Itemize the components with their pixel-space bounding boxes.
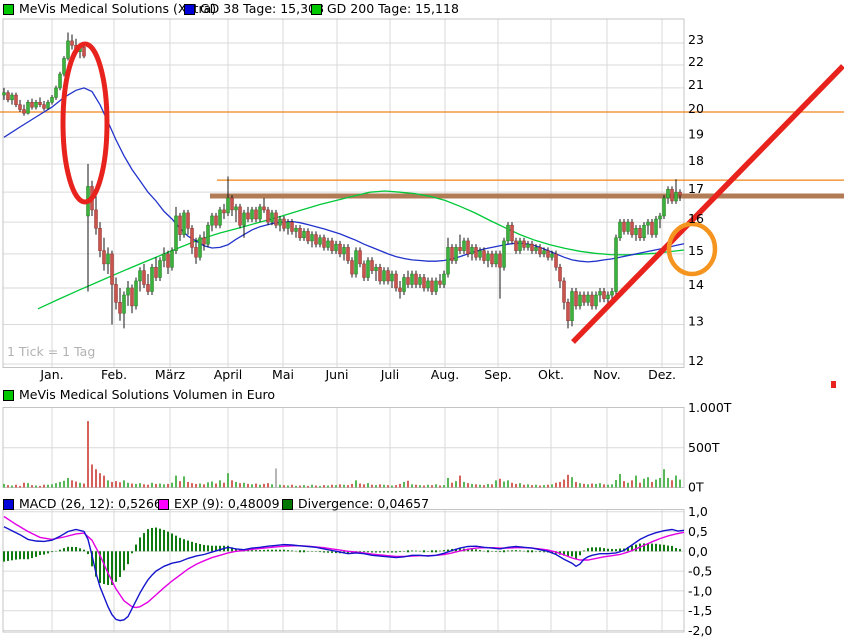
gd200-label: GD 200 Tage: 15,118 xyxy=(327,2,459,16)
svg-text:0T: 0T xyxy=(688,480,704,495)
svg-text:Aug.: Aug. xyxy=(431,367,459,382)
svg-text:1.000T: 1.000T xyxy=(688,400,732,415)
macd-pane-grid xyxy=(3,510,684,633)
svg-text:12: 12 xyxy=(688,353,704,368)
svg-text:-1,5: -1,5 xyxy=(688,603,712,618)
svg-text:-0,5: -0,5 xyxy=(688,564,712,579)
svg-text:14: 14 xyxy=(688,277,704,292)
svg-text:500T: 500T xyxy=(688,440,720,455)
red-corner-mark xyxy=(831,381,836,388)
svg-text:-1,0: -1,0 xyxy=(688,583,712,598)
divergence-legend: Divergence: 0,04657 xyxy=(282,497,429,511)
svg-text:13: 13 xyxy=(688,314,704,329)
divergence-swatch-icon xyxy=(282,499,293,510)
gd200-legend: GD 200 Tage: 15,118 xyxy=(311,2,459,16)
svg-text:17: 17 xyxy=(688,181,704,196)
svg-text:Feb.: Feb. xyxy=(101,367,127,382)
svg-text:Mai: Mai xyxy=(272,367,294,382)
svg-text:Nov.: Nov. xyxy=(593,367,620,382)
volume-title-label: MeVis Medical Solutions Volumen in Euro xyxy=(19,388,275,402)
svg-text:Jan.: Jan. xyxy=(39,367,63,382)
red-trendline-annotation xyxy=(573,66,843,342)
volume-title: MeVis Medical Solutions Volumen in Euro xyxy=(3,388,275,402)
gd38-swatch-icon xyxy=(184,4,195,15)
svg-text:Juni: Juni xyxy=(324,367,348,382)
horizontal-level-lines xyxy=(0,112,844,196)
red-ellipse-annotation xyxy=(63,44,107,202)
svg-text:März: März xyxy=(155,367,186,382)
svg-text:1,0: 1,0 xyxy=(688,504,708,519)
macd-swatch-icon xyxy=(3,499,14,510)
svg-text:19: 19 xyxy=(688,126,704,141)
volume-pane-grid xyxy=(3,408,684,488)
svg-text:0,5: 0,5 xyxy=(688,524,708,539)
svg-text:20: 20 xyxy=(688,101,704,116)
price-axis-labels: 23 22 21 20 19 18 17 16 15 14 13 12 Jan. Feb. März Apri… xyxy=(7,32,704,382)
macd-legend: MACD (26, 12): 0,52666 xyxy=(3,497,170,511)
gd38-label: GD 38 Tage: 15,308 xyxy=(200,2,324,16)
svg-text:15: 15 xyxy=(688,243,704,258)
exp-label: EXP (9): 0,48009 xyxy=(174,497,280,511)
price-pane-grid xyxy=(3,19,684,368)
svg-text:21: 21 xyxy=(688,77,704,92)
divergence-label: Divergence: 0,04657 xyxy=(298,497,429,511)
gd38-legend: GD 38 Tage: 15,308 xyxy=(184,2,324,16)
exp-legend: EXP (9): 0,48009 xyxy=(158,497,280,511)
macd-label: MACD (26, 12): 0,52666 xyxy=(19,497,170,511)
svg-text:April: April xyxy=(214,367,243,382)
macd-line xyxy=(4,527,684,621)
svg-text:Sep.: Sep. xyxy=(484,367,512,382)
svg-text:16: 16 xyxy=(688,211,704,226)
volume-bars xyxy=(3,421,681,487)
svg-text:23: 23 xyxy=(688,32,704,47)
stock-chart-page: 23 22 21 20 19 18 17 16 15 14 13 12 Jan. Feb. März Apri… xyxy=(0,0,844,640)
exp-swatch-icon xyxy=(158,499,169,510)
svg-text:22: 22 xyxy=(688,54,704,69)
svg-text:-2,0: -2,0 xyxy=(688,623,712,638)
price-series-swatch-icon xyxy=(3,4,14,15)
volume-axis-labels: 1.000T 500T 0T xyxy=(688,400,732,495)
svg-text:Juli: Juli xyxy=(380,367,400,382)
svg-text:Dez.: Dez. xyxy=(648,367,676,382)
svg-text:18: 18 xyxy=(688,153,704,168)
chart-canvas: 23 22 21 20 19 18 17 16 15 14 13 12 Jan. Feb. März Apri… xyxy=(0,0,844,640)
svg-text:0,0: 0,0 xyxy=(688,544,708,559)
svg-text:1 Tick = 1 Tag: 1 Tick = 1 Tag xyxy=(7,344,95,359)
divergence-histogram xyxy=(3,528,681,585)
svg-text:Okt.: Okt. xyxy=(538,367,564,382)
macd-axis-labels: 1,0 0,5 0,0 -0,5 -1,0 -1,5 -2,0 xyxy=(688,504,712,638)
volume-swatch-icon xyxy=(3,390,14,401)
gd200-swatch-icon xyxy=(311,4,322,15)
